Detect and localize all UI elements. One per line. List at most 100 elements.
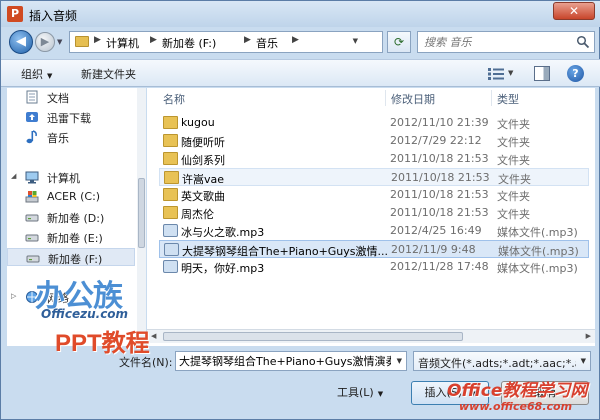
file-row[interactable]: 许嵩vae 2011/10/18 21:53 文件夹 <box>159 168 589 186</box>
insert-audio-dialog: P 插入音频 ✕ ◀ ▶ ▼ ▶ 计算机 ▶ 新加卷 (F:) ▶ 音乐 ▶ ▼… <box>0 0 600 420</box>
folder-icon <box>163 152 178 165</box>
file-type-value: 音频文件(*.adts;*.adt;*.aac;*.a <box>418 357 576 370</box>
file-type-select[interactable]: 音频文件(*.adts;*.adt;*.aac;*.a ▼ <box>413 351 591 371</box>
file-date: 2012/4/25 16:49 <box>390 224 482 237</box>
folder-icon <box>163 116 178 129</box>
horizontal-scrollbar[interactable]: ◀ ▶ <box>147 329 595 343</box>
file-row[interactable]: 明天，你好.mp3 2012/11/28 17:48 媒体文件(.mp3) <box>159 258 589 276</box>
file-row[interactable]: 仙剑系列 2011/10/18 21:53 文件夹 <box>159 150 589 168</box>
help-icon[interactable]: ? <box>567 65 584 82</box>
nav-item-label: 计算机 <box>47 172 80 185</box>
view-dropdown-icon[interactable]: ▼ <box>508 69 513 77</box>
breadcrumb-drive-f[interactable]: 新加卷 (F:) <box>162 35 216 51</box>
new-folder-button[interactable]: 新建文件夹 <box>81 66 136 82</box>
chevron-down-icon[interactable]: ▼ <box>397 357 402 365</box>
nav-item-computer[interactable]: ◢ 计算机 <box>7 168 135 186</box>
file-type: 文件夹 <box>497 190 530 203</box>
file-date: 2011/10/18 21:53 <box>390 206 489 219</box>
media-file-icon <box>163 224 178 237</box>
chevron-down-icon: ▼ <box>377 390 384 398</box>
officezu-watermark: 办公族 Officezu.com PPT教程 <box>21 271 211 361</box>
scrollbar-thumb[interactable] <box>138 178 145 248</box>
powerpoint-app-icon: P <box>7 6 23 22</box>
folder-icon <box>75 36 89 47</box>
file-row-selected[interactable]: 大提琴钢琴组合The+Piano+Guys激情... 2012/11/9 9:4… <box>159 240 589 258</box>
folder-icon <box>163 206 178 219</box>
column-header-date[interactable]: 修改日期 <box>391 91 435 107</box>
nav-item-label: 新加卷 (E:) <box>47 232 103 245</box>
computer-icon <box>25 171 39 184</box>
windows-drive-icon <box>25 191 39 203</box>
scroll-right-icon[interactable]: ▶ <box>586 332 591 340</box>
nav-item-music[interactable]: 音乐 <box>7 128 135 146</box>
file-type: 文件夹 <box>498 173 531 186</box>
folder-icon <box>163 188 178 201</box>
column-divider[interactable] <box>491 90 492 106</box>
column-header-name[interactable]: 名称 <box>163 91 185 107</box>
document-icon <box>26 90 38 104</box>
address-row: ◀ ▶ ▼ ▶ 计算机 ▶ 新加卷 (F:) ▶ 音乐 ▶ ▼ ⟳ <box>1 27 600 59</box>
file-name: 周杰伦 <box>181 208 214 221</box>
file-row[interactable]: 英文歌曲 2011/10/18 21:53 文件夹 <box>159 186 589 204</box>
view-options-icon[interactable] <box>488 67 504 81</box>
chevron-right-icon[interactable]: ▶ <box>94 35 101 45</box>
chevron-right-icon[interactable]: ▶ <box>150 35 157 45</box>
file-row[interactable]: kugou 2012/11/10 21:39 文件夹 <box>159 114 589 132</box>
drive-icon <box>25 234 39 242</box>
column-header-type[interactable]: 类型 <box>497 91 519 107</box>
search-input[interactable] <box>424 35 569 49</box>
tools-label: 工具(L) <box>337 386 374 399</box>
nav-item-drive-c[interactable]: ACER (C:) <box>7 188 135 206</box>
thunder-download-icon <box>26 112 38 122</box>
file-date: 2012/11/10 21:39 <box>390 116 489 129</box>
watermark-ppt: PPT教程 <box>55 330 150 357</box>
tools-button[interactable]: 工具(L) ▼ <box>337 384 383 400</box>
title-bar: P 插入音频 ✕ <box>1 1 600 27</box>
nav-item-label: 文档 <box>47 92 69 105</box>
nav-item-drive-f[interactable]: 新加卷 (F:) <box>7 248 135 266</box>
breadcrumb-computer[interactable]: 计算机 <box>106 35 139 51</box>
file-list: 名称 修改日期 类型 kugou 2012/11/10 21:39 文件夹 随便… <box>147 88 595 346</box>
watermark-domain: Officezu.com <box>41 307 129 321</box>
search-box[interactable] <box>417 31 595 53</box>
close-button[interactable]: ✕ <box>553 2 595 20</box>
file-row[interactable]: 冰与火之歌.mp3 2012/4/25 16:49 媒体文件(.mp3) <box>159 222 589 240</box>
column-divider[interactable] <box>385 90 386 106</box>
nav-item-thunder-download[interactable]: 迅雷下载 <box>7 108 135 126</box>
dialog-title: 插入音频 <box>29 9 78 23</box>
breadcrumb-music[interactable]: 音乐 <box>256 35 278 51</box>
file-type: 媒体文件(.mp3) <box>498 245 579 258</box>
address-dropdown-icon[interactable]: ▼ <box>353 37 358 45</box>
media-file-icon <box>164 243 179 256</box>
nav-item-drive-e[interactable]: 新加卷 (E:) <box>7 228 135 246</box>
refresh-button[interactable]: ⟳ <box>387 31 411 53</box>
back-button[interactable]: ◀ <box>9 30 33 54</box>
organize-button[interactable]: 组织 ▼ <box>21 66 52 82</box>
collapse-icon[interactable]: ◢ <box>11 172 16 180</box>
nav-item-label: ACER (C:) <box>47 190 101 203</box>
file-type: 文件夹 <box>497 208 530 221</box>
history-dropdown-icon[interactable]: ▼ <box>57 38 62 46</box>
file-date: 2011/10/18 21:53 <box>390 152 489 165</box>
file-type: 文件夹 <box>497 154 530 167</box>
watermark-domain: www.office68.com <box>459 400 573 413</box>
music-note-icon <box>26 130 37 144</box>
breadcrumb[interactable]: ▶ 计算机 ▶ 新加卷 (F:) ▶ 音乐 ▶ ▼ <box>69 31 383 53</box>
forward-button[interactable]: ▶ <box>35 32 55 52</box>
folder-icon <box>163 134 178 147</box>
expand-icon[interactable]: ▷ <box>11 292 16 300</box>
nav-item-documents[interactable]: 文档 <box>7 88 135 106</box>
command-bar: 组织 ▼ 新建文件夹 ▼ ? <box>1 59 600 87</box>
nav-item-label: 音乐 <box>47 132 69 145</box>
preview-pane-icon[interactable] <box>534 66 550 81</box>
file-row[interactable]: 周杰伦 2011/10/18 21:53 文件夹 <box>159 204 589 222</box>
nav-item-drive-d[interactable]: 新加卷 (D:) <box>7 208 135 226</box>
file-type: 文件夹 <box>497 118 530 131</box>
nav-item-label: 新加卷 (F:) <box>48 253 103 266</box>
chevron-right-icon[interactable]: ▶ <box>244 35 251 45</box>
file-type: 文件夹 <box>497 136 530 149</box>
file-name: 仙剑系列 <box>181 154 225 167</box>
file-row[interactable]: 随便听听 2012/7/29 22:12 文件夹 <box>159 132 589 150</box>
chevron-right-icon[interactable]: ▶ <box>292 35 299 45</box>
search-icon <box>576 35 590 49</box>
